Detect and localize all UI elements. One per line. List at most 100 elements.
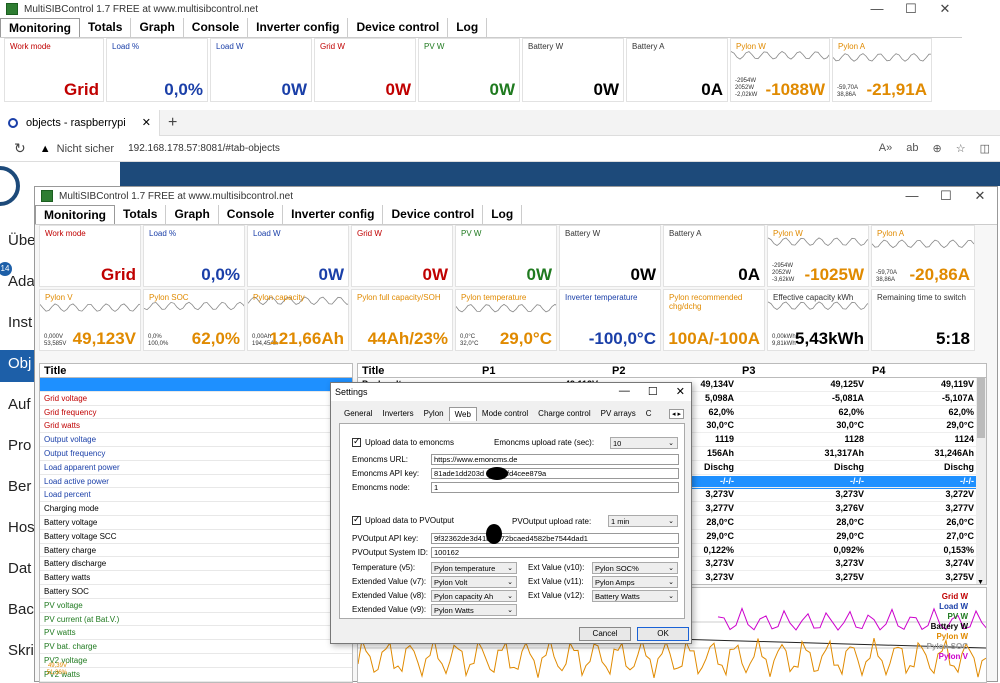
v12-select[interactable]: Battery Watts ⌄ <box>592 590 678 602</box>
menu-monitoring[interactable]: Monitoring <box>0 18 80 37</box>
tab-mode-control[interactable]: Mode control <box>477 407 533 421</box>
browser-tab[interactable]: objects - raspberrypi ✕ <box>0 109 160 136</box>
list-item[interactable]: PV2 watts <box>40 668 352 682</box>
emon-upload-checkbox[interactable]: Upload data to emoncms <box>352 436 454 447</box>
tile-pylon-w[interactable]: -2954W 2052W -2,02kW Pylon W -1088W <box>730 38 830 102</box>
menu-graph[interactable]: Graph <box>166 205 219 224</box>
tab-charge-control[interactable]: Charge control <box>533 407 595 421</box>
menu-device-control[interactable]: Device control <box>348 18 449 37</box>
ok-button[interactable]: OK <box>637 627 689 641</box>
dialog-minimize-button[interactable]: — <box>619 385 630 398</box>
list-item[interactable]: Charging mode <box>40 502 352 516</box>
read-aloud-icon[interactable]: A» <box>879 142 892 155</box>
column-header[interactable]: P1 <box>478 364 608 377</box>
list-item[interactable]: Battery discharge <box>40 557 352 572</box>
zoom-icon[interactable]: ⊕ <box>933 142 942 155</box>
menu-totals[interactable]: Totals <box>115 205 167 224</box>
menu-log[interactable]: Log <box>448 18 488 37</box>
emon-node-input[interactable]: 1 <box>431 482 679 493</box>
list-item[interactable]: PV bat. charge <box>40 640 352 654</box>
tile-effective-capacity-kwh[interactable]: 0,00kWh 9,81kWh Effective capacity kWh 5,43… <box>767 289 869 351</box>
minimize-button[interactable]: — <box>895 187 929 205</box>
tile-pylon-a[interactable]: -59,70A 38,86A Pylon A -20,86A <box>871 225 975 287</box>
list-item[interactable]: Load apparent power <box>40 461 352 475</box>
tile-battery-w[interactable]: Battery W 0W <box>559 225 661 287</box>
side-menu-item[interactable]: Skri <box>8 642 34 659</box>
menu-console[interactable]: Console <box>219 205 284 224</box>
tile-pylon-recommended-chg-dchg[interactable]: Pylon recommended chg/dchg 100A/-100A <box>663 289 765 351</box>
tile-pylon-temperature[interactable]: 0,0°C 32,0°C Pylon temperature 29,0°C <box>455 289 557 351</box>
side-menu-item[interactable]: Dat <box>8 560 31 577</box>
tab-close-icon[interactable]: ✕ <box>142 116 151 129</box>
list-item[interactable]: Battery charge <box>40 544 352 558</box>
list-item[interactable]: Grid watts <box>40 419 352 434</box>
v5-select[interactable]: Pylon temperature ⌄ <box>431 562 517 574</box>
tab-scroll-arrows[interactable]: ◂ ▸ <box>669 409 684 419</box>
side-menu-item[interactable]: Pro <box>8 437 31 454</box>
tile-remaining-time-to-switch[interactable]: Remaining time to switch 5:18 <box>871 289 975 351</box>
tab-general[interactable]: General <box>339 407 377 421</box>
list-item[interactable]: Grid frequency <box>40 406 352 420</box>
dialog-close-button[interactable]: ✕ <box>676 385 685 398</box>
reload-icon[interactable]: ↻ <box>14 140 26 157</box>
menu-graph[interactable]: Graph <box>131 18 184 37</box>
v9-select[interactable]: Pylon Watts ⌄ <box>431 604 517 616</box>
list-item[interactable]: Battery watts <box>40 571 352 585</box>
list-item[interactable]: PV current (at Bat.V.) <box>40 613 352 627</box>
list-item[interactable]: Load percent <box>40 488 352 503</box>
tile-inverter-temperature[interactable]: Inverter temperature -100,0°C <box>559 289 661 351</box>
list-item[interactable]: Battery SOC <box>40 585 352 599</box>
list-item[interactable]: PV2 voltage <box>40 654 352 668</box>
tile-load-[interactable]: Load % 0,0% <box>106 38 208 102</box>
cancel-button[interactable]: Cancel <box>579 627 631 641</box>
tab-pv-arrays[interactable]: PV arrays <box>596 407 641 421</box>
close-button[interactable]: ✕ <box>963 187 997 205</box>
tile-pv-w[interactable]: PV W 0W <box>418 38 520 102</box>
tile-load-[interactable]: Load % 0,0% <box>143 225 245 287</box>
list-item[interactable]: Output frequency <box>40 447 352 461</box>
tile-pylon-v[interactable]: 0,000V 53,585V Pylon V 49,123V <box>39 289 141 351</box>
list-item[interactable]: Battery voltage <box>40 516 352 530</box>
menu-totals[interactable]: Totals <box>80 18 132 37</box>
translate-icon[interactable]: ab <box>906 142 918 155</box>
side-menu-item[interactable]: Obj <box>8 355 31 372</box>
emon-key-input[interactable]: 81ade1dd203d 1badefd4cee879a <box>431 468 679 479</box>
table-scrollbar[interactable]: ▼ <box>976 378 986 584</box>
column-header[interactable]: P4 <box>868 364 978 377</box>
tile-pylon-a[interactable]: -59,70A 38,86A Pylon A -21,91A <box>832 38 932 102</box>
menu-log[interactable]: Log <box>483 205 523 224</box>
checkbox-checked-icon[interactable] <box>352 514 361 525</box>
menu-inverter-config[interactable]: Inverter config <box>248 18 349 37</box>
v8-select[interactable]: Pylon capacity Ah ⌄ <box>431 590 517 602</box>
tile-pylon-capacity[interactable]: 0,00Ah 194,45Ah Pylon capacity 121,66Ah <box>247 289 349 351</box>
tile-grid-w[interactable]: Grid W 0W <box>314 38 416 102</box>
emon-rate-select[interactable]: 10 ⌄ <box>610 437 678 449</box>
checkbox-checked-icon[interactable] <box>352 436 361 447</box>
pvo-rate-select[interactable]: 1 min ⌄ <box>608 515 678 527</box>
v7-select[interactable]: Pylon Volt ⌄ <box>431 576 517 588</box>
list-item[interactable]: PV voltage <box>40 599 352 613</box>
tab-inverters[interactable]: Inverters <box>377 407 418 421</box>
side-menu-item[interactable]: Übe <box>8 232 36 249</box>
scroll-down-icon[interactable]: ▼ <box>977 579 984 584</box>
column-header[interactable]: P2 <box>608 364 738 377</box>
column-header[interactable]: P3 <box>738 364 868 377</box>
tab-pylon[interactable]: Pylon <box>419 407 449 421</box>
emon-url-input[interactable]: https://www.emoncms.de <box>431 454 679 465</box>
tile-pylon-w[interactable]: -2954W 2052W -3,62kW Pylon W -1025W <box>767 225 869 287</box>
tile-load-w[interactable]: Load W 0W <box>247 225 349 287</box>
side-menu-item[interactable]: Auf <box>8 396 31 413</box>
tab-c[interactable]: C <box>641 407 657 421</box>
tile-pylon-full-capacity-soh[interactable]: Pylon full capacity/SOH 44Ah/23% <box>351 289 453 351</box>
menu-console[interactable]: Console <box>184 18 249 37</box>
tab-web[interactable]: Web <box>448 407 477 421</box>
list-item[interactable]: Output voltage <box>40 433 352 447</box>
url-input[interactable]: 192.168.178.57:8081/#tab-objects <box>128 143 280 154</box>
pvo-upload-checkbox[interactable]: Upload data to PVOutput <box>352 514 454 525</box>
side-menu-item[interactable]: Ada <box>8 273 35 290</box>
menu-device-control[interactable]: Device control <box>383 205 484 224</box>
pvo-sys-input[interactable]: 100162 <box>431 547 679 558</box>
new-tab-icon[interactable]: + <box>168 114 177 132</box>
side-menu-item[interactable]: Inst <box>8 314 32 331</box>
close-button[interactable]: ✕ <box>928 0 962 18</box>
